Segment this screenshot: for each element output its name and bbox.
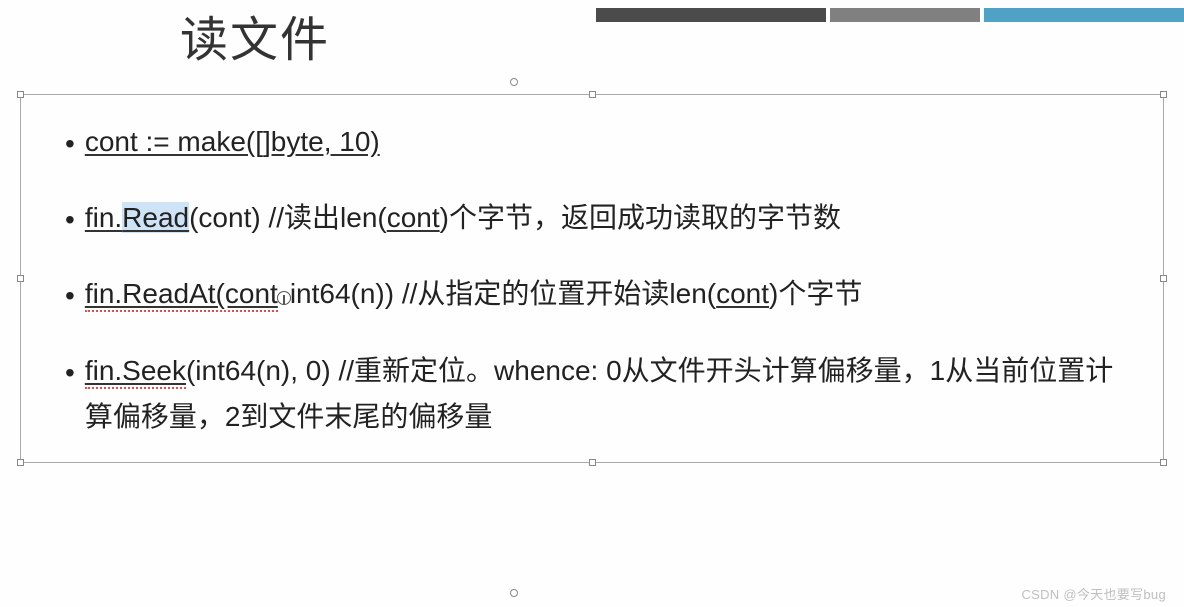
text: (cont) //读出len( — [189, 202, 387, 233]
text: fin. — [85, 202, 122, 233]
bullet-icon: • — [65, 350, 75, 396]
code-text: cont := make([]byte, 10) — [85, 126, 380, 157]
bullet-list: • cont := make([]byte, 10) • fin.Read(co… — [65, 119, 1131, 440]
list-item: • fin.Read(cont) //读出len(cont)个字节，返回成功读取… — [65, 195, 1131, 243]
code-text: fin.Seek — [85, 355, 186, 389]
resize-handle-n[interactable] — [589, 91, 596, 98]
list-item: • fin.Seek(int64(n), 0) //重新定位。whence: 0… — [65, 348, 1131, 440]
text: (int64(n), 0) //重新定位。whence: 0从文件开头计算偏移量… — [85, 355, 1113, 432]
bullet-icon: • — [65, 273, 75, 319]
resize-handle-w[interactable] — [17, 275, 24, 282]
resize-handle-nw[interactable] — [17, 91, 24, 98]
code-text: cont — [387, 202, 440, 233]
resize-handle-sw[interactable] — [17, 459, 24, 466]
list-item: • cont := make([]byte, 10) — [65, 119, 1131, 167]
bullet-icon: • — [65, 121, 75, 167]
resize-handle-e[interactable] — [1160, 275, 1167, 282]
text: )个字节 — [769, 278, 862, 309]
li-text: fin.Read(cont) //读出len(cont)个字节，返回成功读取的字… — [85, 195, 1131, 241]
header-bars — [596, 8, 1184, 22]
text-cursor-icon — [277, 291, 291, 305]
bullet-icon: • — [65, 197, 75, 243]
rotate-handle-bottom-icon[interactable] — [510, 589, 518, 597]
bar-blue — [984, 8, 1184, 22]
code-text: cont — [716, 278, 769, 309]
li-text: cont := make([]byte, 10) — [85, 119, 1131, 165]
watermark-text: CSDN @今天也要写bug — [1021, 584, 1166, 603]
bar-dark — [596, 8, 826, 22]
text: )个字节，返回成功读取的字节数 — [440, 202, 841, 233]
bar-gray — [830, 8, 980, 22]
li-text: fin.Seek(int64(n), 0) //重新定位。whence: 0从文… — [85, 348, 1131, 440]
resize-handle-s[interactable] — [589, 459, 596, 466]
code-text: fin.ReadAt(cont — [85, 278, 278, 312]
li-text: fin.ReadAt(cont int64(n)) //从指定的位置开始读len(… — [85, 271, 1131, 317]
textbox-selected[interactable]: • cont := make([]byte, 10) • fin.Read(co… — [20, 94, 1164, 463]
text: int64(n)) //从指定的位置开始读len( — [290, 278, 716, 309]
slide-title: 读文件 — [180, 0, 330, 70]
selection-highlight: Read — [122, 202, 189, 233]
list-item: • fin.ReadAt(cont int64(n)) //从指定的位置开始读le… — [65, 271, 1131, 319]
rotate-handle-icon[interactable] — [510, 78, 518, 86]
resize-handle-se[interactable] — [1160, 459, 1167, 466]
code-text: fin.Read — [85, 202, 189, 233]
resize-handle-ne[interactable] — [1160, 91, 1167, 98]
slide-header: 读文件 — [0, 0, 1184, 80]
